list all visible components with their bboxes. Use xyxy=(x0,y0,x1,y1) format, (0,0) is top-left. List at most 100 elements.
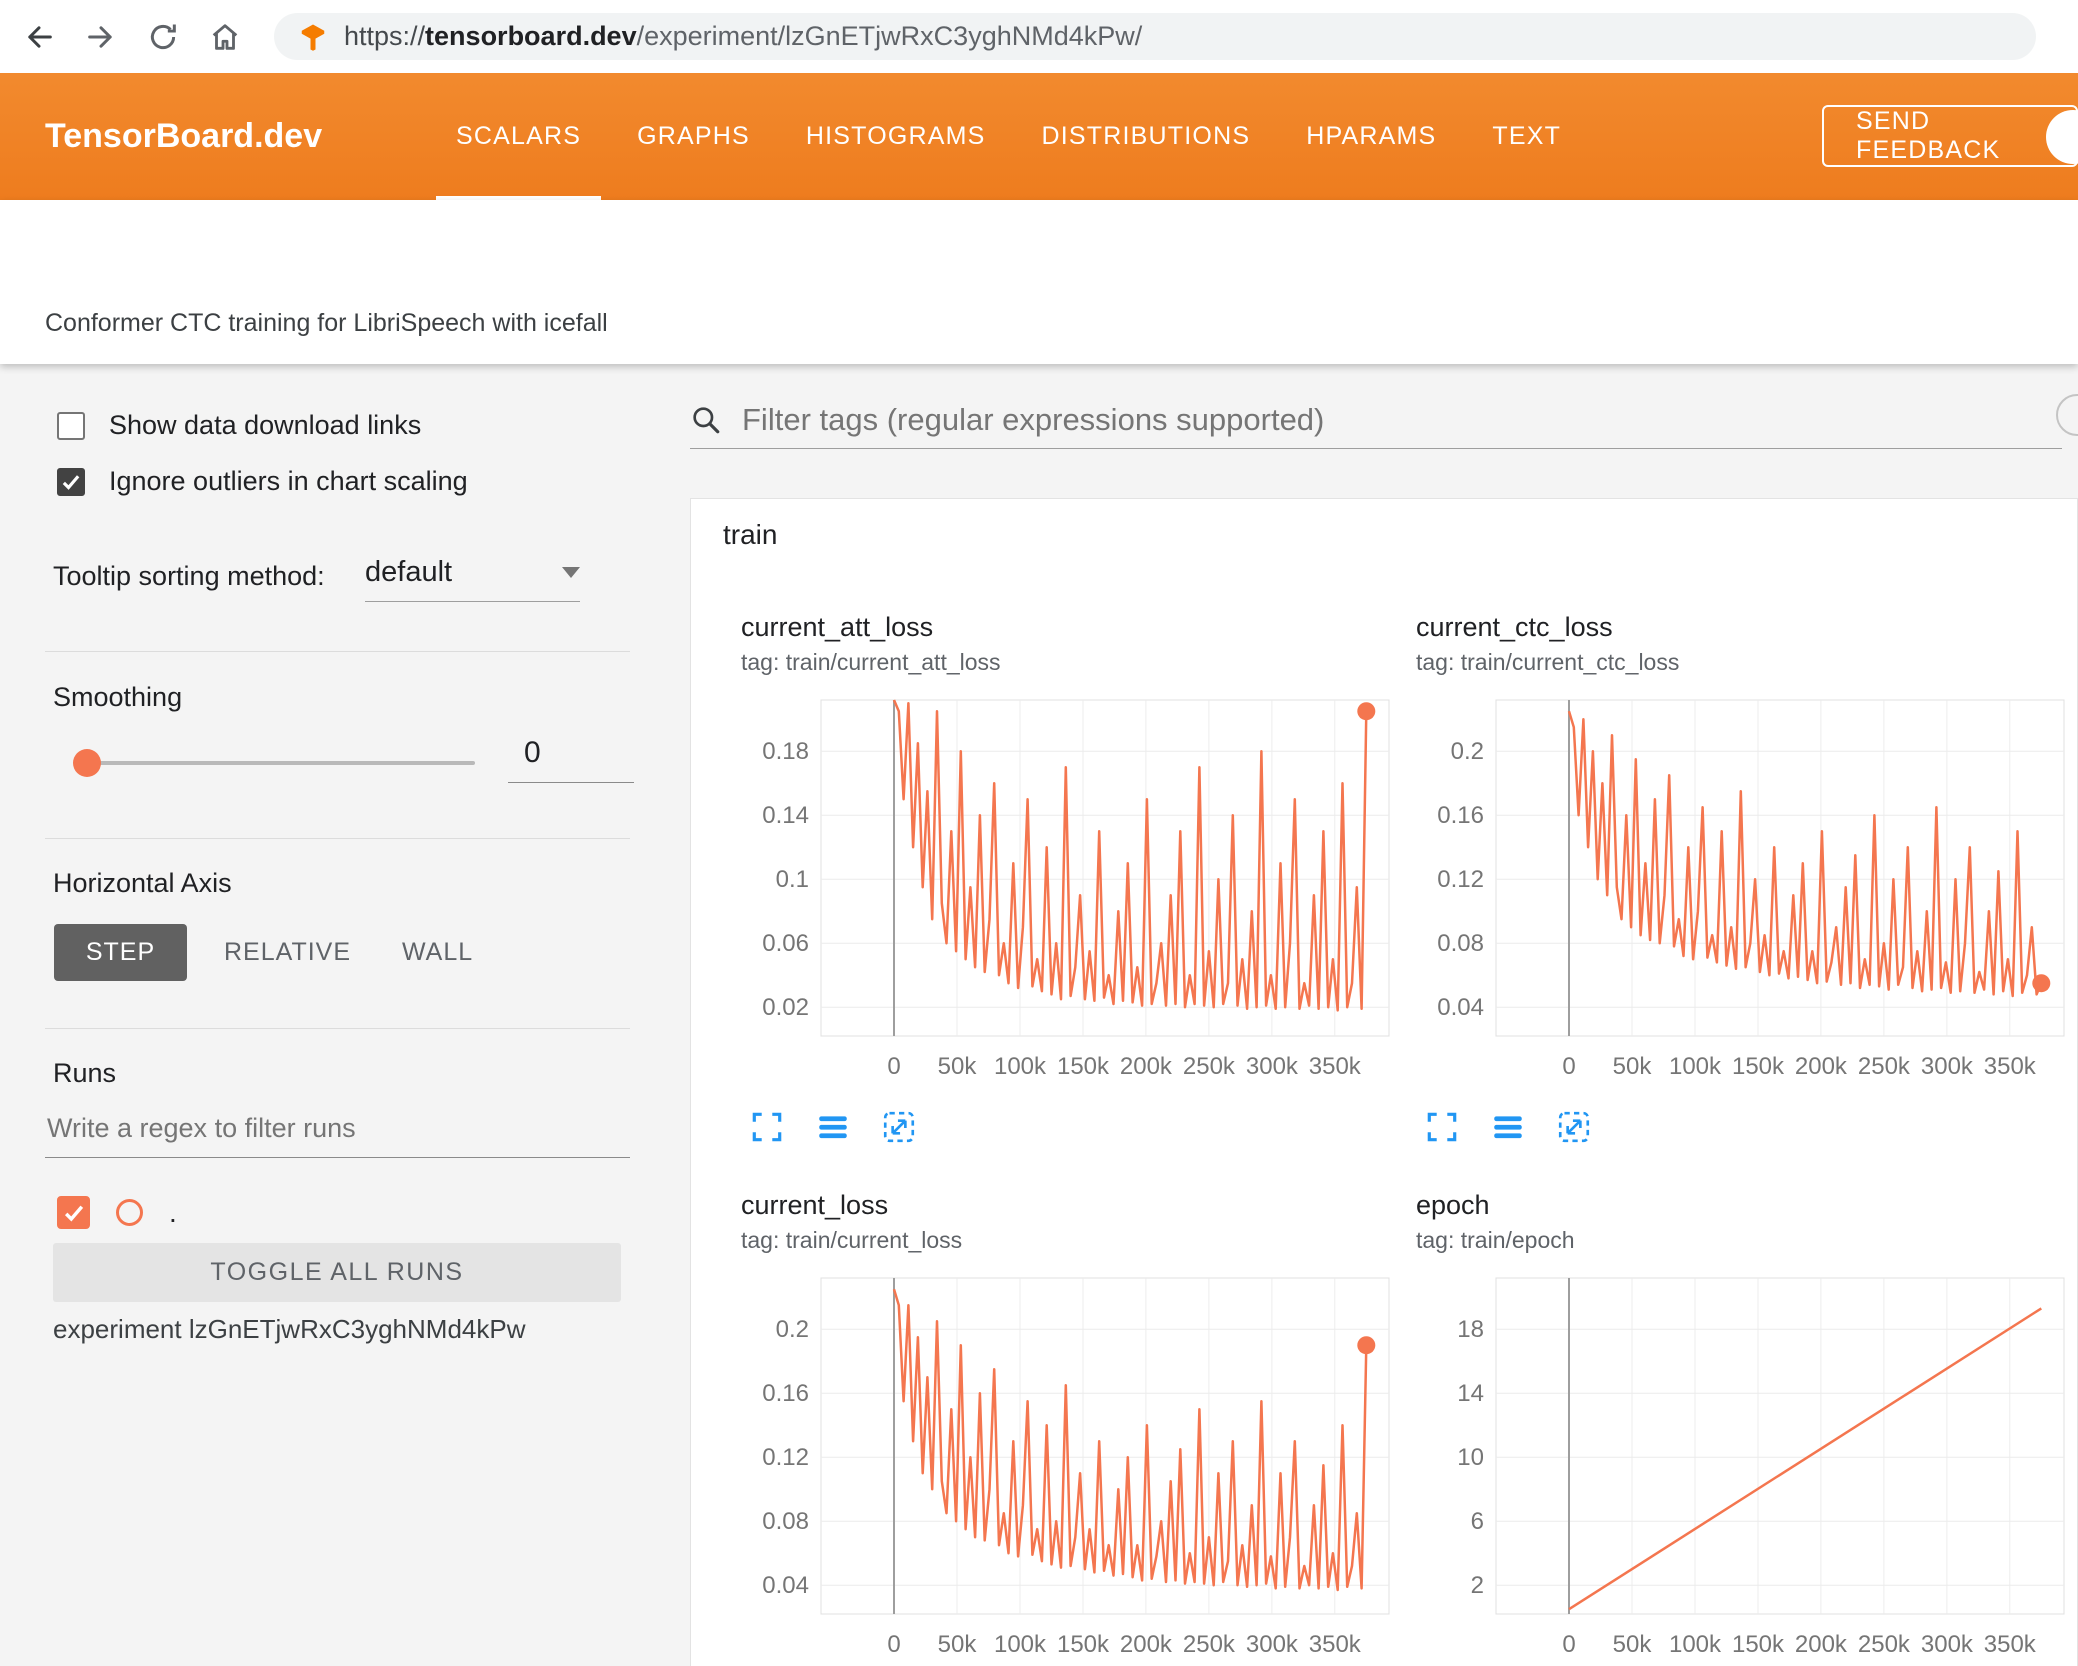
show-download-links-checkbox[interactable] xyxy=(57,411,85,440)
forward-icon[interactable] xyxy=(78,14,124,60)
svg-text:0.04: 0.04 xyxy=(1437,994,1484,1021)
expand-card-icon[interactable] xyxy=(1424,1109,1460,1145)
svg-text:350k: 350k xyxy=(1984,1053,2037,1080)
svg-text:0.16: 0.16 xyxy=(1437,802,1484,829)
chart-card-current_att_loss: current_att_loss tag: train/current_att_l… xyxy=(741,611,1396,1145)
run-checkbox[interactable] xyxy=(57,1196,90,1229)
toggle-series-icon[interactable] xyxy=(815,1109,851,1145)
svg-text:100k: 100k xyxy=(1669,1053,1722,1080)
group-title[interactable]: train xyxy=(723,519,777,551)
svg-text:150k: 150k xyxy=(1057,1631,1110,1658)
runs-filter-input[interactable] xyxy=(45,1112,634,1145)
svg-text:100k: 100k xyxy=(994,1631,1047,1658)
svg-text:200k: 200k xyxy=(1795,1053,1848,1080)
svg-text:150k: 150k xyxy=(1732,1631,1785,1658)
caret-down-icon xyxy=(562,567,580,578)
smoothing-value[interactable]: 0 xyxy=(508,736,634,783)
back-icon[interactable] xyxy=(16,14,62,60)
svg-text:300k: 300k xyxy=(1921,1631,1974,1658)
epoch-plot[interactable]: 2 6 10 14 18 0 50k 100k 150k 200k 250k 300k 350k xyxy=(1416,1270,2071,1666)
svg-text:0.1: 0.1 xyxy=(776,866,809,893)
tab-scalars[interactable]: SCALARS xyxy=(428,73,609,200)
chart-tag: tag: train/current_ctc_loss xyxy=(1416,649,1680,675)
axis-relative-button[interactable]: RELATIVE xyxy=(224,924,351,981)
tab-hparams[interactable]: HPARAMS xyxy=(1278,73,1464,200)
svg-text:0: 0 xyxy=(887,1631,900,1658)
svg-text:200k: 200k xyxy=(1120,1631,1173,1658)
show-download-links-row: Show data download links xyxy=(57,410,421,441)
divider xyxy=(45,1028,630,1029)
svg-text:250k: 250k xyxy=(1858,1631,1911,1658)
svg-text:50k: 50k xyxy=(1613,1053,1653,1080)
expand-card-icon[interactable] xyxy=(749,1109,785,1145)
tab-graphs[interactable]: GRAPHS xyxy=(609,73,778,200)
svg-text:18: 18 xyxy=(1457,1316,1484,1343)
tooltip-sorting-select[interactable]: default xyxy=(365,556,580,602)
svg-text:150k: 150k xyxy=(1732,1053,1785,1080)
svg-text:250k: 250k xyxy=(1183,1053,1236,1080)
chart-card-current_loss: current_loss tag: train/current_loss 0.04 0… xyxy=(741,1189,1396,1666)
url-bar[interactable]: https://tensorboard.dev/experiment/lzGnE… xyxy=(274,13,2036,60)
page: https://tensorboard.dev/experiment/lzGnE… xyxy=(0,0,2078,1666)
svg-text:200k: 200k xyxy=(1795,1631,1848,1658)
svg-text:0.14: 0.14 xyxy=(762,802,809,829)
home-icon[interactable] xyxy=(202,14,248,60)
search-icon xyxy=(690,404,722,436)
reload-icon[interactable] xyxy=(140,14,186,60)
chart-toolbar xyxy=(741,1109,1396,1145)
run-name: . xyxy=(169,1196,177,1228)
svg-text:50k: 50k xyxy=(1613,1631,1653,1658)
chart-tag: tag: train/current_loss xyxy=(741,1227,963,1253)
smoothing-slider-thumb[interactable] xyxy=(73,749,101,777)
tab-distributions[interactable]: DISTRIBUTIONS xyxy=(1014,73,1279,200)
svg-text:50k: 50k xyxy=(938,1053,978,1080)
main-pane: train current_att_loss tag: train/current… xyxy=(655,364,2078,1666)
current_att_loss-plot[interactable]: 0.02 0.06 0.1 0.14 0.18 0 50k 100k 150k 200k 250k 3… xyxy=(741,692,1396,1090)
runs-filter-field xyxy=(45,1112,634,1158)
check-icon xyxy=(64,1205,83,1222)
brand-title: TensorBoard.dev xyxy=(45,117,323,155)
current_ctc_loss-plot[interactable]: 0.04 0.08 0.12 0.16 0.2 0 50k 100k 150k 200k 250k 3… xyxy=(1416,692,2071,1090)
svg-text:250k: 250k xyxy=(1183,1631,1236,1658)
tab-text[interactable]: TEXT xyxy=(1464,73,1589,200)
toggle-all-runs-button[interactable]: TOGGLE ALL RUNS xyxy=(53,1243,621,1302)
svg-text:0.08: 0.08 xyxy=(1437,930,1484,957)
top-tabs: SCALARS GRAPHS HISTOGRAMS DISTRIBUTIONS … xyxy=(428,73,1589,200)
chart-title: current_att_loss xyxy=(741,612,934,642)
svg-text:2: 2 xyxy=(1471,1572,1484,1599)
chart-title: current_loss xyxy=(741,1190,889,1220)
experiment-title: Conformer CTC training for LibriSpeech w… xyxy=(45,309,608,337)
url-domain: tensorboard.dev xyxy=(425,21,637,51)
check-icon xyxy=(62,474,80,490)
svg-text:100k: 100k xyxy=(994,1053,1047,1080)
tab-histograms[interactable]: HISTOGRAMS xyxy=(778,73,1014,200)
experiment-header: Conformer CTC training for LibriSpeech w… xyxy=(0,200,2078,364)
smoothing-slider[interactable] xyxy=(75,761,475,765)
svg-text:6: 6 xyxy=(1471,1508,1484,1535)
svg-text:0: 0 xyxy=(887,1053,900,1080)
filter-tags-field xyxy=(690,392,2062,449)
horizontal-axis-label: Horizontal Axis xyxy=(53,868,232,898)
toggle-series-icon[interactable] xyxy=(1490,1109,1526,1145)
fit-domain-icon[interactable] xyxy=(1556,1109,1592,1145)
axis-wall-button[interactable]: WALL xyxy=(402,924,473,981)
chart-title: current_ctc_loss xyxy=(1416,612,1613,642)
filter-tags-input[interactable] xyxy=(740,401,2062,439)
url-scheme: https:// xyxy=(344,21,426,51)
run-color-swatch[interactable] xyxy=(116,1199,143,1226)
send-feedback-button[interactable]: SEND FEEDBACK xyxy=(1822,105,2078,167)
tooltip-sorting-value: default xyxy=(365,556,453,588)
experiment-id-label: experiment lzGnETjwRxC3yghNMd4kPw xyxy=(53,1314,526,1344)
chart-card-epoch: epoch tag: train/epoch 2 6 10 14 18 0 50k 100k 150… xyxy=(1416,1189,2071,1666)
ignore-outliers-checkbox[interactable] xyxy=(57,467,85,496)
fit-domain-icon[interactable] xyxy=(881,1109,917,1145)
divider xyxy=(45,651,630,652)
svg-text:0.04: 0.04 xyxy=(762,1572,809,1599)
svg-text:0.12: 0.12 xyxy=(762,1444,809,1471)
svg-text:100k: 100k xyxy=(1669,1631,1722,1658)
content: Show data download links Ignore outliers… xyxy=(0,364,2078,1666)
svg-text:0.16: 0.16 xyxy=(762,1380,809,1407)
axis-step-button[interactable]: STEP xyxy=(54,924,187,981)
settings-sidebar: Show data download links Ignore outliers… xyxy=(0,364,655,1666)
current_loss-plot[interactable]: 0.04 0.08 0.12 0.16 0.2 0 50k 100k 150k 200k 250k 3… xyxy=(741,1270,1396,1666)
